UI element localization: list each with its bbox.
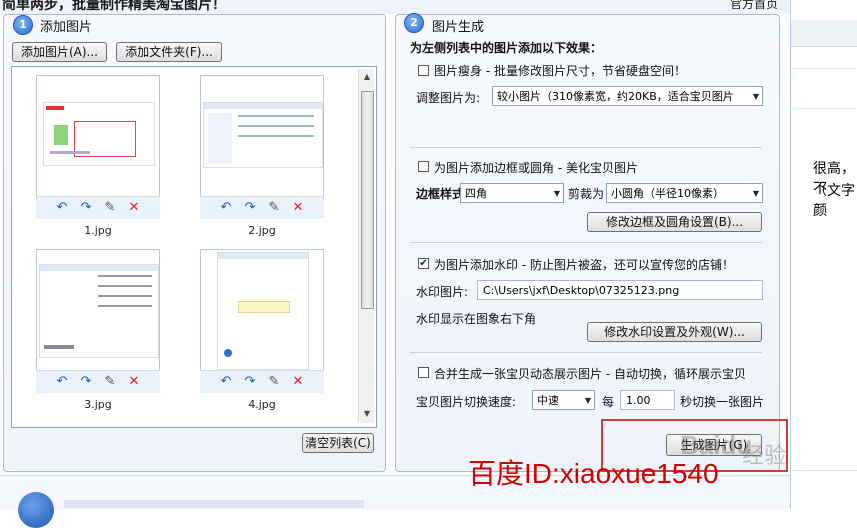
border-style-value: 四角 <box>465 187 487 200</box>
chevron-down-icon: ▼ <box>752 189 759 198</box>
generate-panel: 2 图片生成 为左侧列表中的图片添加以下效果： 图片瘦身 - 批量修改图片尺寸，… <box>395 13 780 472</box>
border-settings-button[interactable]: 修改边框及圆角设置(B)... <box>587 212 762 232</box>
crop-select[interactable]: 小圆角（半径10像素） ▼ <box>606 183 763 203</box>
thumbnail-toolbar: ↶ ↷ ✎ ✕ <box>200 370 324 393</box>
effects-heading: 为左侧列表中的图片添加以下效果： <box>410 41 603 55</box>
border-label: 为图片添加边框或圆角 - 美化宝贝图片 <box>434 161 638 175</box>
border-style-select[interactable]: 四角 ▼ <box>460 183 564 203</box>
delete-icon[interactable]: ✕ <box>126 374 142 390</box>
thumbnail-preview <box>217 252 309 370</box>
edit-icon[interactable]: ✎ <box>102 374 118 390</box>
official-homepage-link[interactable]: 官方首页 <box>730 0 778 12</box>
every-label: 每 <box>602 395 615 409</box>
background-header <box>791 20 857 47</box>
bottom-text-placeholder <box>64 500 364 508</box>
chevron-down-icon: ▼ <box>553 189 560 198</box>
watermark-position-text: 水印显示在图象右下角 <box>416 312 537 326</box>
rotate-right-icon[interactable]: ↷ <box>78 200 94 216</box>
edit-icon[interactable]: ✎ <box>266 200 282 216</box>
baidu-jingyan-watermark: 经验 <box>742 444 787 469</box>
thumbnail-preview <box>203 102 323 168</box>
delete-icon[interactable]: ✕ <box>126 200 142 216</box>
clear-list-button[interactable]: 清空列表(C) <box>302 433 374 453</box>
background-divider <box>793 68 856 69</box>
seconds-input[interactable]: 1.00 <box>620 390 675 410</box>
vertical-scrollbar[interactable]: ▲ ▼ <box>358 69 374 423</box>
panel-title: 添加图片 <box>40 20 93 35</box>
panel-title: 图片生成 <box>432 20 485 35</box>
animation-checkbox[interactable] <box>418 367 429 378</box>
thumbnail-caption: 1.jpg <box>84 224 112 237</box>
section-divider <box>410 147 762 148</box>
edit-icon[interactable]: ✎ <box>266 374 282 390</box>
thumbnail-toolbar: ↶ ↷ ✎ ✕ <box>200 196 324 219</box>
image-list[interactable]: ↶ ↷ ✎ ✕ 1.jpg ↶ ↷ ✎ ✕ 2.jpg ↶ ↷ ✎ ✕ 3.jp… <box>11 66 377 428</box>
image-thumbnail[interactable] <box>200 249 324 371</box>
rotate-right-icon[interactable]: ↷ <box>242 200 258 216</box>
section-divider <box>410 352 762 353</box>
step-badge: 1 <box>13 15 33 35</box>
thumbnail-caption: 3.jpg <box>84 398 112 411</box>
background-divider <box>791 470 857 471</box>
author-watermark: 百度ID:xiaoxue1540 <box>468 458 719 489</box>
resize-label: 调整图片为: <box>416 91 481 105</box>
thumbnail-caption: 2.jpg <box>248 224 276 237</box>
thumbnail-toolbar: ↶ ↷ ✎ ✕ <box>36 370 160 393</box>
delete-icon[interactable]: ✕ <box>290 200 306 216</box>
border-checkbox[interactable] <box>418 161 429 172</box>
speed-select[interactable]: 中速 ▼ <box>532 390 595 410</box>
scroll-down-icon[interactable]: ▼ <box>362 409 372 419</box>
step-badge: 2 <box>404 13 424 33</box>
animation-label: 合并生成一张宝贝动态展示图片 - 自动切换，循环展示宝贝 <box>434 367 746 381</box>
background-divider <box>793 108 856 109</box>
delete-icon[interactable]: ✕ <box>290 374 306 390</box>
seconds-suffix: 秒切换一张图片 <box>680 395 765 409</box>
watermark-checkbox[interactable]: ✔ <box>418 258 429 269</box>
add-images-button[interactable]: 添加图片(A)... <box>12 42 107 62</box>
speed-label: 宝贝图片切换速度: <box>416 395 517 409</box>
watermark-label: 为图片添加水印 - 防止图片被盗，还可以宣传您的店铺！ <box>434 258 734 272</box>
crop-value: 小圆角（半径10像素） <box>611 187 724 200</box>
rotate-left-icon[interactable]: ↶ <box>54 374 70 390</box>
resize-select[interactable]: 较小图片（310像素宽，约20KB，适合宝贝图片 ▼ <box>492 86 763 106</box>
rotate-left-icon[interactable]: ↶ <box>218 374 234 390</box>
add-folder-button[interactable]: 添加文件夹(F)... <box>116 42 222 62</box>
rotate-left-icon[interactable]: ↶ <box>54 200 70 216</box>
section-divider <box>410 242 762 243</box>
info-icon <box>18 492 54 528</box>
thumbnail-preview <box>43 102 155 166</box>
chevron-down-icon: ▼ <box>752 92 759 101</box>
image-thumbnail[interactable] <box>36 249 160 371</box>
rotate-right-icon[interactable]: ↷ <box>242 374 258 390</box>
crop-label: 剪裁为 <box>568 187 605 201</box>
speed-value: 中速 <box>537 394 559 407</box>
rotate-right-icon[interactable]: ↷ <box>78 374 94 390</box>
thumbnail-toolbar: ↶ ↷ ✎ ✕ <box>36 196 160 219</box>
title-bar: 简单两步，批量制作精美淘宝图片！ 官方首页 <box>0 0 790 14</box>
image-thumbnail[interactable] <box>200 75 324 197</box>
border-style-label: 边框样式 <box>416 187 465 201</box>
slim-checkbox[interactable] <box>418 65 429 76</box>
edit-icon[interactable]: ✎ <box>102 200 118 216</box>
slim-label: 图片瘦身 - 批量修改图片尺寸，节省硬盘空间！ <box>434 64 686 78</box>
background-text: （文字颜 <box>813 183 855 219</box>
resize-select-value: 较小图片（310像素宽，约20KB，适合宝贝图片 <box>497 90 734 103</box>
scroll-up-icon[interactable]: ▲ <box>362 72 372 82</box>
thumbnail-caption: 4.jpg <box>248 398 276 411</box>
rotate-left-icon[interactable]: ↶ <box>218 200 234 216</box>
scrollbar-thumb[interactable] <box>361 91 374 309</box>
chevron-down-icon: ▼ <box>584 396 591 405</box>
window-title: 简单两步，批量制作精美淘宝图片！ <box>2 0 226 13</box>
add-images-panel: 1 添加图片 添加图片(A)... 添加文件夹(F)... ↶ ↷ ✎ ✕ 1.… <box>3 14 386 472</box>
watermark-path-field[interactable]: C:\Users\jxf\Desktop\07325123.png <box>477 280 763 300</box>
image-thumbnail[interactable] <box>36 75 160 197</box>
thumbnail-preview <box>39 264 159 358</box>
watermark-settings-button[interactable]: 修改水印设置及外观(W)... <box>587 322 762 342</box>
watermark-image-label: 水印图片: <box>416 285 469 299</box>
background-window: 很高，不 （文字颜 <box>790 0 857 508</box>
